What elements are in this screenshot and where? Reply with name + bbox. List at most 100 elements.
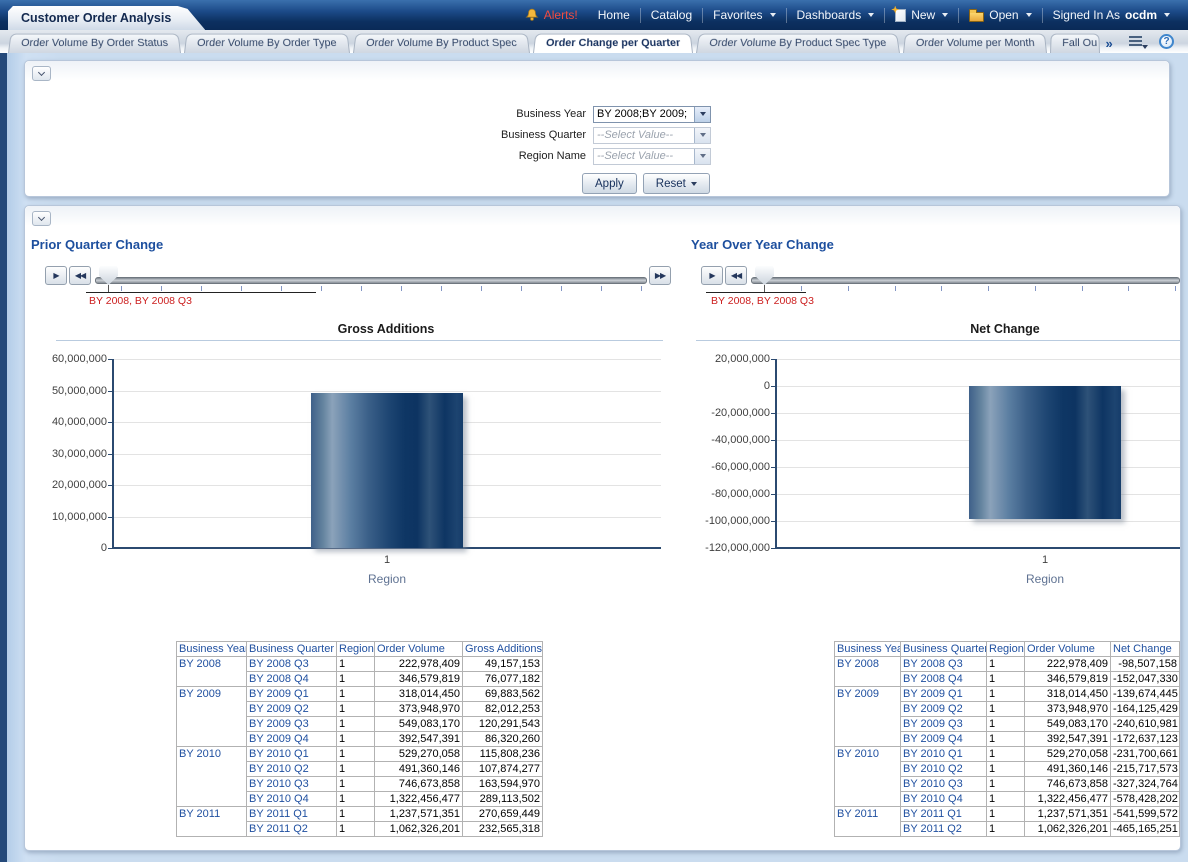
slider-forward-button[interactable]: ▶▶	[649, 266, 671, 285]
open-folder-icon	[969, 12, 984, 22]
measure-cell: -215,717,573	[1111, 762, 1180, 777]
menu-item-favorites[interactable]: Favorites	[703, 8, 785, 22]
quarter-link[interactable]: BY 2010 Q4	[247, 792, 337, 807]
menu-item-catalog[interactable]: Catalog	[641, 8, 702, 22]
tab-order-change-per-quarter[interactable]: Order Change per Quarter	[533, 34, 693, 53]
chevron-down-icon	[942, 13, 948, 17]
quarter-link[interactable]: BY 2009 Q3	[247, 717, 337, 732]
quarter-link[interactable]: BY 2008 Q3	[901, 657, 987, 672]
slider-play-button[interactable]: ▶	[45, 266, 67, 285]
quarter-link[interactable]: BY 2011 Q2	[247, 822, 337, 837]
slider-rewind-button[interactable]: ◀◀	[725, 266, 747, 285]
quarter-link[interactable]: BY 2010 Q1	[247, 747, 337, 762]
menu-item-new[interactable]: New	[885, 8, 958, 22]
quarter-link[interactable]: BY 2010 Q1	[901, 747, 987, 762]
order-volume-cell: 491,360,146	[375, 762, 463, 777]
order-volume-cell: 392,547,391	[1025, 732, 1111, 747]
measure-cell: 49,157,153	[463, 657, 543, 672]
quarter-link[interactable]: BY 2009 Q2	[247, 702, 337, 717]
signed-in-label: Signed In As	[1053, 8, 1120, 22]
year-link[interactable]: BY 2010	[177, 747, 247, 807]
menu-item-home[interactable]: Home	[588, 8, 640, 22]
tab-order-volume-by-product-spec-type[interactable]: Order Volume By Product Spec Type	[696, 34, 900, 53]
signed-in-menu[interactable]: Signed In As ocdm	[1043, 8, 1180, 22]
dashboard-title-tab[interactable]: Customer Order Analysis	[8, 6, 205, 30]
collapse-report-panel-button[interactable]	[32, 211, 51, 226]
region-cell: 1	[337, 732, 375, 747]
slider-play-button[interactable]: ▶	[701, 266, 723, 285]
measure-cell: 289,113,502	[463, 792, 543, 807]
quarter-link[interactable]: BY 2010 Q2	[247, 762, 337, 777]
tab-fall-ou[interactable]: Fall Ou	[1050, 34, 1100, 53]
help-icon[interactable]: ?	[1159, 34, 1174, 49]
menu-item-open[interactable]: Open	[959, 8, 1041, 22]
slider-track[interactable]	[95, 277, 647, 284]
quarter-link[interactable]: BY 2010 Q4	[901, 792, 987, 807]
tab-overflow-chevron-icon[interactable]: »	[1105, 36, 1112, 51]
slider-rewind-button[interactable]: ◀◀	[69, 266, 91, 285]
slider-tick	[601, 286, 602, 291]
measure-cell: -240,610,981	[1111, 717, 1180, 732]
business-year-select[interactable]: BY 2008;BY 2009;	[593, 106, 711, 123]
measure-cell: 107,874,277	[463, 762, 543, 777]
dropdown-arrow-icon[interactable]	[694, 107, 710, 122]
reset-button[interactable]: Reset	[643, 173, 710, 194]
slider-tick	[988, 286, 989, 291]
apply-button[interactable]: Apply	[582, 173, 637, 194]
quarter-link[interactable]: BY 2009 Q3	[901, 717, 987, 732]
year-link[interactable]: BY 2011	[177, 807, 247, 837]
quarter-link[interactable]: BY 2011 Q1	[901, 807, 987, 822]
y-axis-tick-label: -100,000,000	[705, 515, 770, 527]
quarter-link[interactable]: BY 2011 Q1	[247, 807, 337, 822]
slider-track[interactable]	[751, 277, 1180, 284]
year-link[interactable]: BY 2010	[835, 747, 901, 807]
column-header-order-volume: Order Volume	[1025, 642, 1111, 657]
alerts-link[interactable]: Alerts!	[515, 8, 588, 22]
bar-net-change-1[interactable]	[969, 386, 1121, 519]
new-document-icon	[895, 9, 906, 22]
region-cell: 1	[337, 717, 375, 732]
quarter-link[interactable]: BY 2008 Q4	[247, 672, 337, 687]
order-volume-cell: 318,014,450	[375, 687, 463, 702]
table-row: BY 2011BY 2011 Q111,237,571,351-541,599,…	[835, 807, 1180, 822]
quarter-link[interactable]: BY 2009 Q1	[901, 687, 987, 702]
measure-cell: -98,507,158	[1111, 657, 1180, 672]
quarter-link[interactable]: BY 2009 Q1	[247, 687, 337, 702]
menu-item-dashboards[interactable]: Dashboards	[787, 8, 885, 22]
tab-order-volume-by-product-spec[interactable]: Order Volume By Product Spec	[353, 34, 530, 53]
y-axis-tick-label: 20,000,000	[52, 479, 107, 491]
tab-order-volume-per-month[interactable]: Order Volume per Month	[903, 34, 1047, 53]
page-options-icon[interactable]	[1129, 35, 1147, 49]
slider-tick	[321, 286, 322, 291]
quarter-link[interactable]: BY 2008 Q3	[247, 657, 337, 672]
order-volume-cell: 346,579,819	[1025, 672, 1111, 687]
quarter-link[interactable]: BY 2008 Q4	[901, 672, 987, 687]
quarter-link[interactable]: BY 2010 Q3	[247, 777, 337, 792]
year-link[interactable]: BY 2009	[835, 687, 901, 747]
order-volume-cell: 549,083,170	[1025, 717, 1111, 732]
year-link[interactable]: BY 2008	[835, 657, 901, 687]
measure-cell: 86,320,260	[463, 732, 543, 747]
bell-icon	[525, 8, 539, 22]
y-axis-tick-label: 60,000,000	[52, 353, 107, 365]
collapse-filter-panel-button[interactable]	[32, 66, 51, 81]
year-link[interactable]: BY 2009	[177, 687, 247, 747]
measure-cell: 115,808,236	[463, 747, 543, 762]
quarter-link[interactable]: BY 2010 Q3	[901, 777, 987, 792]
tab-order-volume-by-order-status[interactable]: Order Volume By Order Status	[8, 34, 181, 53]
quarter-link[interactable]: BY 2009 Q4	[901, 732, 987, 747]
region-cell: 1	[987, 702, 1025, 717]
order-volume-cell: 1,322,456,477	[375, 792, 463, 807]
year-link[interactable]: BY 2011	[835, 807, 901, 837]
tab-order-volume-by-order-type[interactable]: Order Volume By Order Type	[184, 34, 350, 53]
quarter-link[interactable]: BY 2011 Q2	[901, 822, 987, 837]
x-category-label: 1	[384, 554, 390, 566]
chevron-down-icon	[1142, 45, 1148, 49]
quarter-link[interactable]: BY 2009 Q2	[901, 702, 987, 717]
quarter-link[interactable]: BY 2009 Q4	[247, 732, 337, 747]
bar-gross-additions-1[interactable]	[311, 393, 463, 548]
quarter-link[interactable]: BY 2010 Q2	[901, 762, 987, 777]
slider-tick	[441, 286, 442, 291]
region-cell: 1	[987, 687, 1025, 702]
year-link[interactable]: BY 2008	[177, 657, 247, 687]
